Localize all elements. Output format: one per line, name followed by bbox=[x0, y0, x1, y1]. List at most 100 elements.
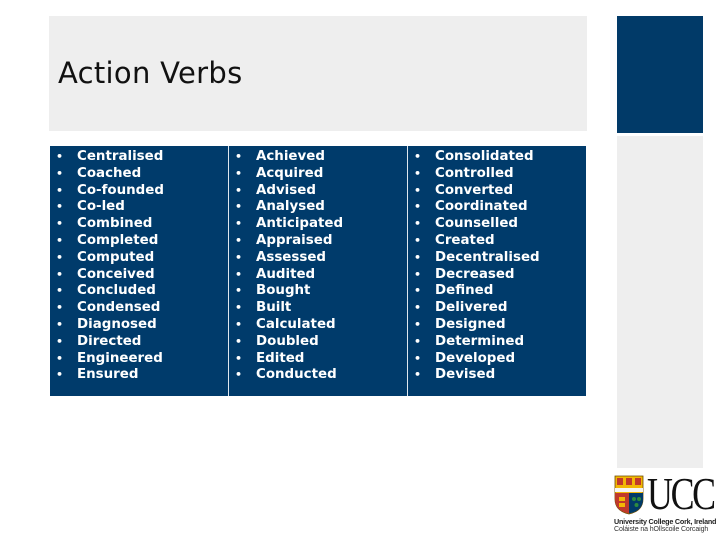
verb-text: Achieved bbox=[256, 149, 325, 164]
verb-list-item: • Audited bbox=[229, 267, 407, 284]
verb-list-item: • Achieved bbox=[229, 149, 407, 166]
bullet-icon: • bbox=[414, 301, 422, 315]
verb-list-item: • Completed bbox=[50, 233, 228, 250]
title-bar: Action Verbs bbox=[49, 16, 587, 131]
verb-text: Acquired bbox=[256, 165, 324, 181]
verb-list-item: • Determined bbox=[408, 334, 586, 351]
verb-text: Combined bbox=[77, 216, 153, 232]
verb-list-item: • Controlled bbox=[408, 166, 586, 183]
bullet-icon: • bbox=[235, 267, 243, 281]
verb-list-item: • Delivered bbox=[408, 300, 586, 317]
verb-list-item: • Diagnosed bbox=[50, 317, 228, 334]
verb-text: Bought bbox=[256, 283, 311, 299]
verb-list-item: • Developed bbox=[408, 351, 586, 368]
verb-text: Advised bbox=[256, 182, 316, 198]
bullet-icon: • bbox=[414, 200, 422, 214]
verb-text: Determined bbox=[435, 333, 525, 349]
bullet-icon: • bbox=[414, 267, 422, 281]
verb-text: Controlled bbox=[435, 165, 514, 181]
bullet-icon: • bbox=[414, 317, 422, 331]
verb-text: Doubled bbox=[256, 333, 319, 349]
verb-text: Co-founded bbox=[77, 182, 164, 198]
bullet-icon: • bbox=[235, 166, 243, 180]
verb-text: Co-led bbox=[77, 199, 125, 215]
verb-text: Converted bbox=[435, 182, 514, 198]
verb-text: Analysed bbox=[256, 199, 325, 215]
verb-text: Devised bbox=[435, 367, 496, 383]
verb-list-item: • Conceived bbox=[50, 267, 228, 284]
verb-text: Edited bbox=[256, 350, 305, 366]
bullet-icon: • bbox=[235, 334, 243, 348]
bullet-icon: • bbox=[235, 183, 243, 197]
ucc-crest-icon bbox=[614, 475, 644, 515]
bullet-icon: • bbox=[56, 334, 64, 348]
bullet-icon: • bbox=[56, 150, 64, 163]
bullet-icon: • bbox=[56, 301, 64, 315]
bullet-icon: • bbox=[414, 233, 422, 247]
verb-text: Consolidated bbox=[435, 149, 534, 164]
bullet-icon: • bbox=[235, 250, 243, 264]
bullet-icon: • bbox=[235, 233, 243, 247]
verb-list-item: • Conducted bbox=[229, 367, 407, 384]
verb-list-item: • Advised bbox=[229, 183, 407, 200]
bullet-icon: • bbox=[56, 368, 64, 382]
bullet-icon: • bbox=[56, 267, 64, 281]
bullet-icon: • bbox=[56, 183, 64, 197]
verb-text: Conceived bbox=[77, 266, 155, 282]
verb-text: Ensured bbox=[77, 367, 139, 383]
verb-text: Assessed bbox=[256, 249, 326, 265]
bullet-icon: • bbox=[235, 217, 243, 231]
verb-text: Engineered bbox=[77, 350, 163, 366]
verb-text: Created bbox=[435, 232, 495, 248]
verb-text: Appraised bbox=[256, 232, 333, 248]
bullet-icon: • bbox=[235, 284, 243, 298]
bullet-icon: • bbox=[414, 368, 422, 382]
bullet-icon: • bbox=[235, 368, 243, 382]
verb-list-item: • Engineered bbox=[50, 351, 228, 368]
verb-list-item: • Calculated bbox=[229, 317, 407, 334]
verb-list-item: • Combined bbox=[50, 216, 228, 233]
verb-list-item: • Co-led bbox=[50, 199, 228, 216]
ucc-wordmark: UCC bbox=[647, 468, 716, 519]
bullet-icon: • bbox=[414, 284, 422, 298]
bullet-icon: • bbox=[235, 351, 243, 365]
verb-list-item: • Co-founded bbox=[50, 183, 228, 200]
verb-text: Concluded bbox=[77, 283, 156, 299]
verb-text: Developed bbox=[435, 350, 516, 366]
bullet-icon: • bbox=[56, 233, 64, 247]
verb-text: Completed bbox=[77, 232, 159, 248]
action-verbs-table: • Centralised • Coached • Co-founded • Co-led • C… bbox=[50, 146, 586, 396]
accent-block bbox=[617, 16, 703, 133]
verb-text: Anticipated bbox=[256, 216, 344, 232]
verb-text: Computed bbox=[77, 249, 155, 265]
bullet-icon: • bbox=[414, 150, 422, 163]
verb-list-item: • Created bbox=[408, 233, 586, 250]
verb-list-item: • Bought bbox=[229, 283, 407, 300]
bullet-icon: • bbox=[56, 250, 64, 264]
verb-list-item: • Doubled bbox=[229, 334, 407, 351]
verb-list-item: • Centralised bbox=[50, 149, 228, 166]
verb-list-item: • Appraised bbox=[229, 233, 407, 250]
verb-list-item: • Concluded bbox=[50, 283, 228, 300]
verb-text: Centralised bbox=[77, 149, 164, 164]
bullet-icon: • bbox=[414, 351, 422, 365]
bullet-icon: • bbox=[414, 183, 422, 197]
slide-title: Action Verbs bbox=[58, 56, 243, 90]
verb-text: Designed bbox=[435, 316, 506, 332]
bullet-icon: • bbox=[56, 200, 64, 214]
logo-irish-name: Coláiste na hOllscoile Corcaigh bbox=[614, 526, 709, 533]
verb-list-item: • Built bbox=[229, 300, 407, 317]
verb-text: Conducted bbox=[256, 367, 337, 383]
verb-text: Condensed bbox=[77, 300, 161, 316]
verb-column-1: • Centralised • Coached • Co-founded • Co-led • C… bbox=[50, 146, 228, 396]
logo-english-name: University College Cork, Ireland bbox=[614, 517, 717, 526]
verb-list-item: • Anticipated bbox=[229, 216, 407, 233]
verb-text: Defined bbox=[435, 283, 494, 299]
bullet-icon: • bbox=[414, 250, 422, 264]
verb-list-item: • Decentralised bbox=[408, 250, 586, 267]
verb-list-item: • Devised bbox=[408, 367, 586, 384]
verb-column-2: • Achieved • Acquired • Advised • Analysed • Anti… bbox=[228, 146, 407, 396]
bullet-icon: • bbox=[56, 166, 64, 180]
bullet-icon: • bbox=[56, 217, 64, 231]
verb-text: Built bbox=[256, 300, 292, 316]
